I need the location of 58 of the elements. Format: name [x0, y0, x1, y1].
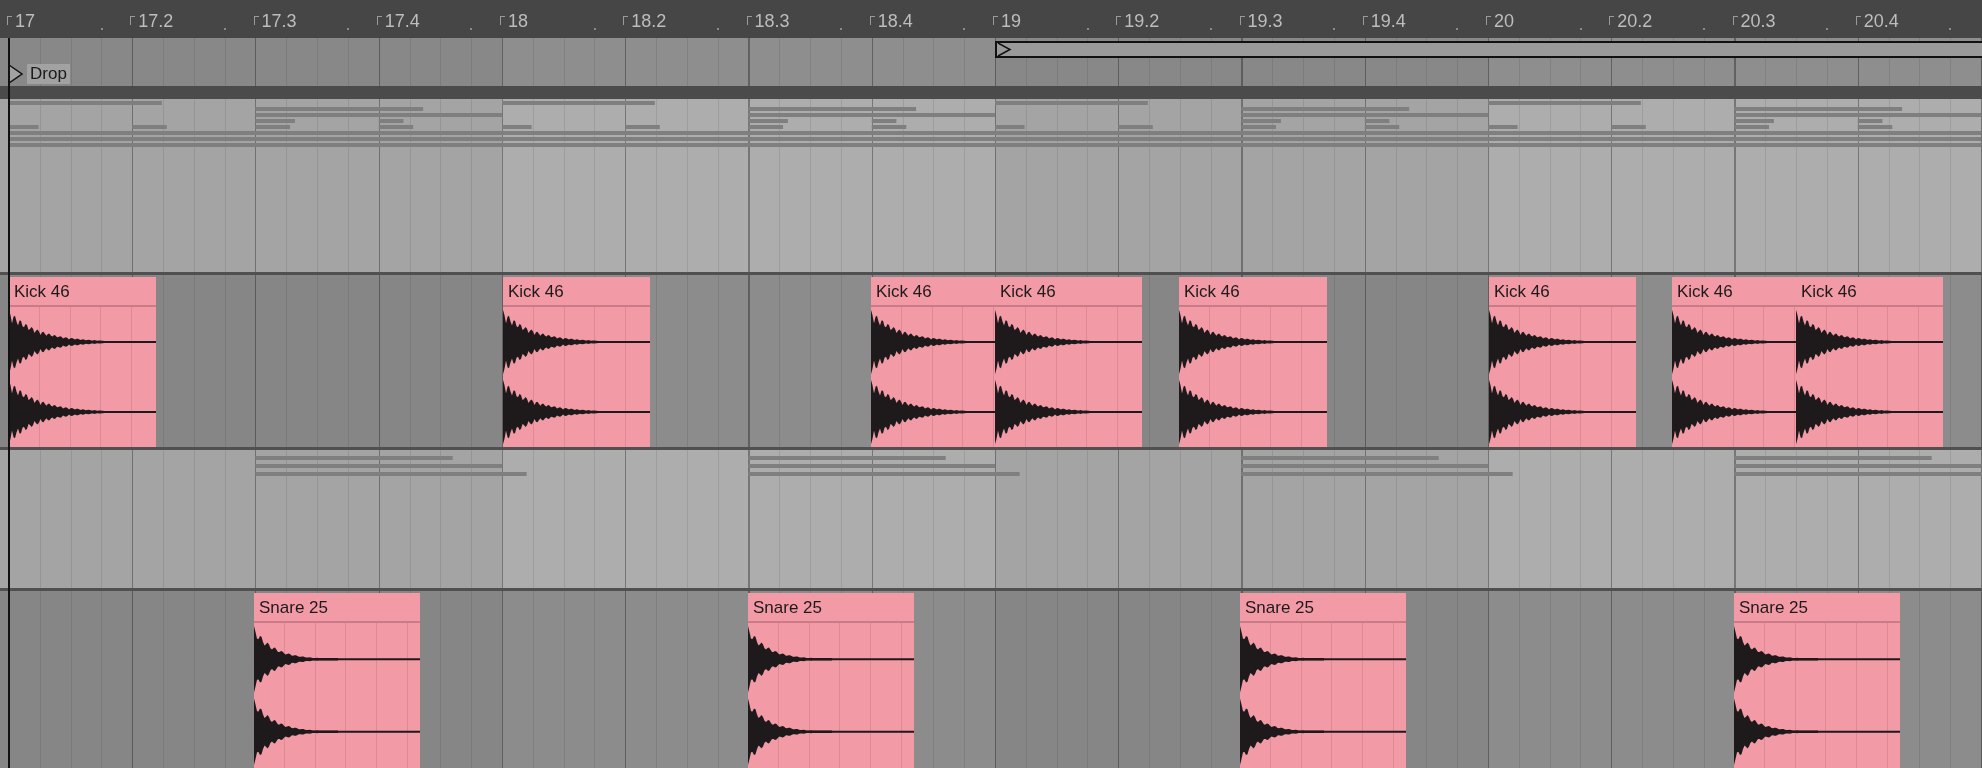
ruler-tick — [1116, 16, 1122, 25]
clip-name: Kick 46 — [508, 282, 564, 301]
clip-name: Kick 46 — [14, 282, 70, 301]
ruler-label: 17.4 — [384, 11, 420, 31]
ruler-label: 18.2 — [631, 11, 667, 31]
loop-region-bar[interactable] — [995, 41, 1982, 58]
ruler-label: 17 — [15, 11, 36, 31]
audio-clip[interactable]: Kick 46 — [1179, 277, 1327, 447]
ruler-tick — [623, 16, 629, 25]
ruler-tick — [253, 16, 259, 25]
locator-label[interactable]: Drop — [27, 64, 70, 84]
ruler-label: 19.3 — [1247, 11, 1283, 31]
audio-clip[interactable]: Snare 25 — [1734, 593, 1900, 768]
ruler-label: 20 — [1494, 11, 1515, 31]
ruler-tick — [130, 16, 136, 25]
clip-name: Kick 46 — [1000, 282, 1056, 301]
clip-name: Kick 46 — [1184, 282, 1240, 301]
clip-name: Kick 46 — [876, 282, 932, 301]
ruler-tick — [1486, 16, 1491, 25]
ruler-label: 18 — [508, 11, 529, 31]
ruler-tick — [993, 16, 998, 25]
audio-clip[interactable]: Kick 46 — [9, 277, 156, 447]
ruler-tick — [1362, 16, 1368, 25]
clip-name: Kick 46 — [1677, 282, 1733, 301]
ruler-label: 18.4 — [877, 11, 913, 31]
clip-name: Kick 46 — [1801, 282, 1857, 301]
ruler-label: 20.4 — [1863, 11, 1899, 31]
ruler-tick — [746, 16, 752, 25]
audio-clip[interactable]: Snare 25 — [748, 593, 914, 768]
ruler-tick — [376, 16, 382, 25]
clip-name: Snare 25 — [753, 598, 822, 617]
ruler-tick — [1855, 16, 1861, 25]
audio-clip[interactable]: Kick 46 — [1796, 277, 1943, 447]
ruler-tick — [1239, 16, 1245, 25]
audio-clip[interactable]: Snare 25 — [254, 593, 420, 768]
ruler-label: 17.3 — [261, 11, 297, 31]
audio-clip[interactable]: Kick 46 — [503, 277, 650, 447]
clip-name: Kick 46 — [1494, 282, 1550, 301]
ruler-tick — [1732, 16, 1738, 25]
clip-name: Snare 25 — [1739, 598, 1808, 617]
ruler-label: 19 — [1001, 11, 1022, 31]
audio-clip[interactable]: Kick 46 — [1672, 277, 1796, 447]
ruler-tick — [500, 16, 505, 25]
clip-name: Snare 25 — [1245, 598, 1314, 617]
ruler-label: 20.2 — [1617, 11, 1653, 31]
audio-clip[interactable]: Snare 25 — [1240, 593, 1406, 768]
ruler-label: 17.2 — [138, 11, 174, 31]
audio-clip[interactable]: Kick 46 — [995, 277, 1142, 447]
ruler-label: 18.3 — [754, 11, 790, 31]
ruler-label: 20.3 — [1740, 11, 1776, 31]
audio-clip[interactable]: Kick 46 — [1489, 277, 1636, 447]
ruler-tick — [1609, 16, 1615, 25]
ruler-label: 19.4 — [1370, 11, 1406, 31]
audio-clip[interactable]: Kick 46 — [871, 277, 995, 447]
clip-name: Snare 25 — [259, 598, 328, 617]
ruler-tick — [869, 16, 875, 25]
ruler-tick — [7, 16, 12, 25]
ruler-label: 19.2 — [1124, 11, 1160, 31]
